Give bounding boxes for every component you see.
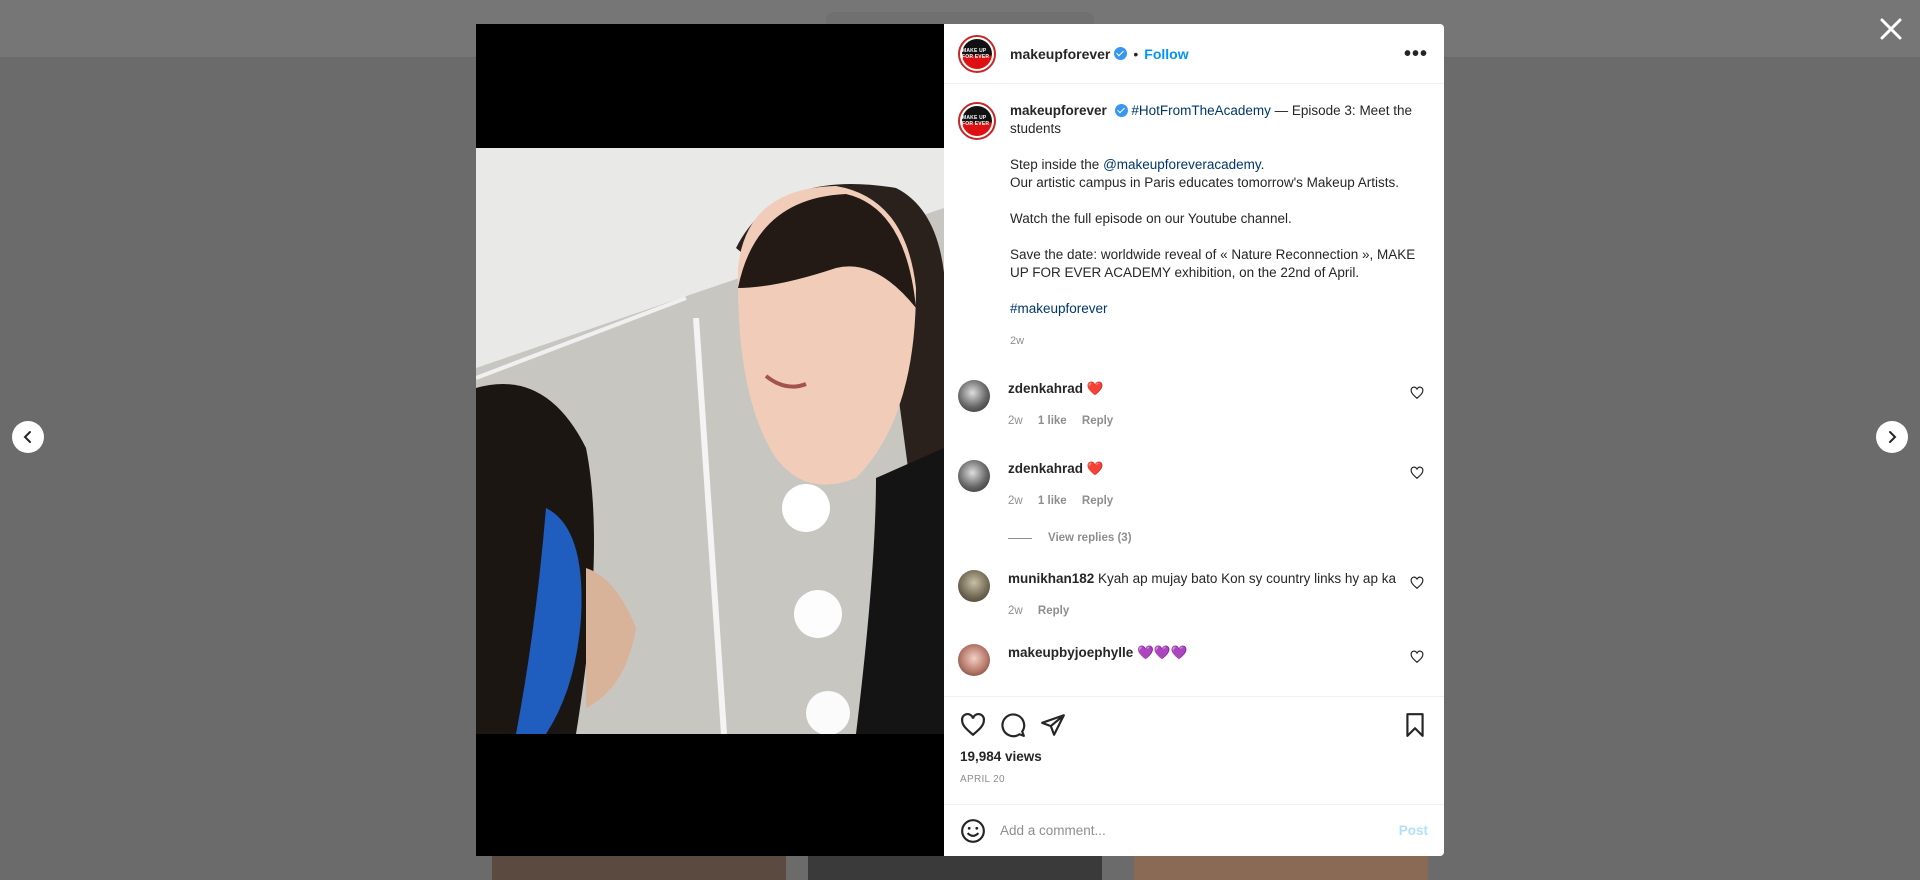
post-caption: MAKE UP FOR EVER makeupforever #HotFromT… (958, 102, 1428, 350)
caption-age: 2w (1010, 335, 1025, 347)
video-frame[interactable] (476, 148, 944, 734)
caption-username[interactable]: makeupforever (1010, 103, 1107, 118)
comment-username[interactable]: zdenkahrad (1008, 381, 1083, 396)
heart-icon[interactable] (960, 712, 986, 738)
comment-item: makeupbyjoephylle 💜💜💜 (958, 644, 1428, 676)
comments-scroll-area[interactable]: MAKE UP FOR EVER makeupforever #HotFromT… (944, 84, 1444, 696)
comment-item: munikhan182 Kyah ap mujay bato Kon sy co… (958, 570, 1428, 620)
post-video[interactable] (476, 24, 944, 856)
post-date: APRIL 20 (960, 774, 1005, 785)
previous-post-button[interactable] (12, 421, 44, 453)
post-details-panel: MAKE UP FOR EVER makeupforever • Follow … (944, 24, 1444, 856)
background-thumbnail (808, 856, 1102, 880)
caption-save-date: Save the date: worldwide reveal of « Nat… (1010, 247, 1416, 280)
chevron-left-icon (23, 431, 31, 443)
next-post-button[interactable] (1876, 421, 1908, 453)
caption-text: makeupforever #HotFromTheAcademy — Episo… (1010, 102, 1428, 350)
comment-item: zdenkahrad ❤️ 2w 1 like Reply (958, 380, 1428, 430)
caption-hashtag-link[interactable]: #HotFromTheAcademy (1131, 103, 1271, 118)
follow-button[interactable]: Follow (1144, 46, 1188, 62)
brand-logo-text: MAKE UP FOR EVER (962, 115, 990, 127)
chevron-right-icon (1889, 431, 1897, 443)
view-count[interactable]: 19,984 views (960, 749, 1428, 764)
video-still-image (476, 148, 944, 734)
post-actions-bar: 19,984 views APRIL 20 (944, 696, 1444, 804)
caption-mention-link[interactable]: @makeupforeveracademy (1103, 157, 1261, 172)
post-header: MAKE UP FOR EVER makeupforever • Follow … (944, 24, 1444, 84)
share-icon[interactable] (1040, 712, 1066, 738)
comment-input[interactable] (1000, 823, 1399, 838)
add-comment-bar: Post (944, 804, 1444, 856)
caption-campus: Our artistic campus in Paris educates to… (1010, 175, 1399, 190)
reply-button[interactable]: Reply (1038, 605, 1069, 617)
comment-text: Kyah ap mujay bato Kon sy country links … (1098, 571, 1396, 586)
comment-likes-link[interactable]: 1 like (1038, 495, 1067, 507)
caption-watch: Watch the full episode on our Youtube ch… (1010, 211, 1292, 226)
commenter-avatar[interactable] (958, 570, 990, 602)
comment-like-heart-icon[interactable] (1410, 466, 1424, 480)
caption-step-suffix: . (1260, 157, 1265, 172)
close-icon (1880, 18, 1902, 40)
comment-age: 2w (1008, 495, 1023, 507)
comment-age: 2w (1008, 415, 1023, 427)
separator-dot: • (1133, 45, 1139, 62)
author-username[interactable]: makeupforever (1010, 46, 1110, 62)
comment-text: ❤️ (1086, 381, 1104, 396)
comment-username[interactable]: makeupbyjoephylle (1008, 645, 1133, 660)
caption-author-avatar[interactable]: MAKE UP FOR EVER (958, 102, 996, 140)
background-thumbnail (492, 856, 786, 880)
author-avatar[interactable]: MAKE UP FOR EVER (958, 34, 996, 73)
bookmark-icon[interactable] (1402, 712, 1428, 738)
comment-age: 2w (1008, 605, 1023, 617)
comment-username[interactable]: munikhan182 (1008, 571, 1094, 586)
brand-logo-text: MAKE UP FOR EVER (962, 47, 990, 60)
verified-badge-icon (1114, 47, 1128, 60)
post-comment-button[interactable]: Post (1399, 823, 1428, 838)
comment-text: ❤️ (1086, 461, 1104, 476)
comment-like-heart-icon[interactable] (1410, 576, 1424, 590)
commenter-avatar[interactable] (958, 460, 990, 492)
comment-like-heart-icon[interactable] (1410, 386, 1424, 400)
caption-tag-link[interactable]: #makeupforever (1010, 301, 1108, 316)
view-replies-button[interactable]: View replies (3) (1008, 532, 1428, 544)
close-button[interactable] (1876, 14, 1906, 44)
comment-text: 💜💜💜 (1137, 645, 1188, 660)
comment-username[interactable]: zdenkahrad (1008, 461, 1083, 476)
background-thumbnail (1134, 856, 1428, 880)
verified-badge-icon (1114, 104, 1128, 117)
more-options-button[interactable]: ••• (1404, 44, 1428, 64)
commenter-avatar[interactable] (958, 644, 990, 676)
reply-button[interactable]: Reply (1082, 415, 1113, 427)
commenter-avatar[interactable] (958, 380, 990, 412)
reply-button[interactable]: Reply (1082, 495, 1113, 507)
comment-like-heart-icon[interactable] (1410, 650, 1424, 664)
comment-icon[interactable] (1000, 712, 1026, 738)
emoji-icon[interactable] (960, 818, 986, 844)
caption-step-prefix: Step inside the (1010, 157, 1104, 172)
comment-item: zdenkahrad ❤️ 2w 1 like Reply (958, 460, 1428, 510)
post-modal: MAKE UP FOR EVER makeupforever • Follow … (476, 24, 1444, 856)
comment-likes-link[interactable]: 1 like (1038, 415, 1067, 427)
